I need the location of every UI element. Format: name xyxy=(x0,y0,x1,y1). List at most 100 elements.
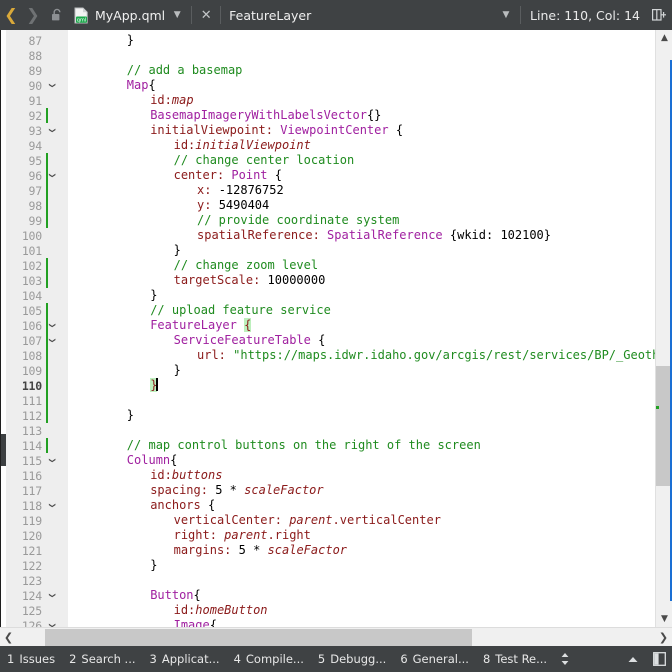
code-line[interactable]: } xyxy=(127,408,134,423)
code-line[interactable]: spacing: 5 * scaleFactor xyxy=(150,483,323,498)
gutter-row[interactable]: 118 ❯ xyxy=(6,498,68,513)
code-line[interactable]: initialViewpoint: ViewpointCenter { xyxy=(150,123,403,138)
code-line[interactable]: // add a basemap xyxy=(127,63,243,78)
gutter-row[interactable]: 111 xyxy=(6,393,68,408)
file-dropdown-button[interactable]: ▼ xyxy=(165,0,189,30)
gutter-row[interactable]: 104 xyxy=(6,288,68,303)
gutter-row[interactable]: 122 xyxy=(6,558,68,573)
close-document-button[interactable]: ✕ xyxy=(194,0,218,30)
gutter-row[interactable]: 105 xyxy=(6,303,68,318)
code-line[interactable]: } xyxy=(150,558,157,573)
gutter-row[interactable]: 121 xyxy=(6,543,68,558)
fold-chevron-down-icon[interactable]: ❯ xyxy=(47,619,57,627)
horizontal-scrollbar-thumb[interactable] xyxy=(45,629,472,646)
gutter-row[interactable]: 115 ❯ xyxy=(6,453,68,468)
code-line[interactable]: right: parent.right xyxy=(174,528,311,543)
scroll-right-button[interactable]: ❯ xyxy=(655,628,672,647)
code-text-area[interactable]: } // add a basemap Map{id:map BasemapImager… xyxy=(68,30,655,627)
line-number-gutter[interactable]: 87 88 89 90 ❯ 91 92 93 ❯ 94 95 96 ❯ 97 98 99 100 101 102 10… xyxy=(6,30,68,627)
gutter-row[interactable]: 102 xyxy=(6,258,68,273)
fold-chevron-down-icon[interactable]: ❯ xyxy=(47,79,57,93)
code-line[interactable]: Map{ xyxy=(127,78,156,93)
code-line[interactable]: } xyxy=(150,288,157,303)
status-pane-button[interactable]: 2 Search ... xyxy=(62,652,142,666)
gutter-row[interactable]: 126 ❯ xyxy=(6,618,68,628)
code-line[interactable]: url: "https://maps.idwr.idaho.gov/arcgis… xyxy=(197,348,655,363)
code-line[interactable]: } xyxy=(174,243,181,258)
split-editor-button[interactable] xyxy=(646,0,672,30)
gutter-row[interactable]: 88 xyxy=(6,48,68,63)
code-line[interactable]: anchors { xyxy=(150,498,215,513)
fold-chevron-down-icon[interactable]: ❯ xyxy=(47,499,57,513)
gutter-row[interactable]: 93 ❯ xyxy=(6,123,68,138)
gutter-row[interactable]: 113 xyxy=(6,423,68,438)
code-line[interactable]: // change center location xyxy=(174,153,355,168)
fold-chevron-down-icon[interactable]: ❯ xyxy=(47,454,57,468)
gutter-row[interactable]: 99 xyxy=(6,213,68,228)
symbol-dropdown-button[interactable]: ▼ xyxy=(494,0,518,30)
code-line[interactable]: } xyxy=(150,378,158,393)
gutter-row[interactable]: 91 xyxy=(6,93,68,108)
gutter-row[interactable]: 109 xyxy=(6,363,68,378)
status-pane-button[interactable]: 3 Applicat... xyxy=(143,652,227,666)
gutter-row[interactable]: 117 xyxy=(6,483,68,498)
gutter-row[interactable]: 95 xyxy=(6,153,68,168)
scroll-up-button[interactable]: ▲ xyxy=(656,30,672,46)
gutter-row[interactable]: 96 ❯ xyxy=(6,168,68,183)
gutter-row[interactable]: 87 xyxy=(6,33,68,48)
navigate-forward-button[interactable]: ❯ xyxy=(22,0,44,30)
code-line[interactable]: Column{ xyxy=(127,453,178,468)
fold-chevron-down-icon[interactable]: ❯ xyxy=(47,124,57,138)
code-line[interactable]: } xyxy=(174,363,181,378)
gutter-row[interactable]: 110 xyxy=(6,378,68,393)
collapse-output-button[interactable] xyxy=(620,655,646,664)
gutter-row[interactable]: 97 xyxy=(6,183,68,198)
gutter-row[interactable]: 90 ❯ xyxy=(6,78,68,93)
gutter-row[interactable]: 124 ❯ xyxy=(6,588,68,603)
gutter-row[interactable]: 106 ❯ xyxy=(6,318,68,333)
code-line[interactable]: x: -12876752 xyxy=(197,183,284,198)
code-line[interactable]: id:homeButton xyxy=(174,603,268,618)
symbol-selector[interactable]: FeatureLayer xyxy=(223,8,311,23)
code-line[interactable]: Button{ xyxy=(150,588,201,603)
gutter-row[interactable]: 119 xyxy=(6,513,68,528)
status-pane-cycle-button[interactable] xyxy=(554,652,576,666)
code-line[interactable]: center: Point { xyxy=(174,168,282,183)
code-line[interactable]: // map control buttons on the right of t… xyxy=(127,438,481,453)
code-line[interactable]: Image{ xyxy=(174,618,217,627)
code-line[interactable]: margins: 5 * scaleFactor xyxy=(174,543,347,558)
gutter-row[interactable]: 101 xyxy=(6,243,68,258)
gutter-row[interactable]: 123 xyxy=(6,573,68,588)
status-pane-button[interactable]: 1 Issues xyxy=(0,652,62,666)
gutter-row[interactable]: 125 xyxy=(6,603,68,618)
horizontal-scrollbar[interactable]: ❮ ❯ xyxy=(0,627,672,646)
gutter-row[interactable]: 107 ❯ xyxy=(6,333,68,348)
gutter-row[interactable]: 98 xyxy=(6,198,68,213)
toggle-sidebar-button[interactable] xyxy=(646,652,672,666)
status-pane-button[interactable]: 6 General... xyxy=(393,652,476,666)
status-pane-button[interactable]: 4 Compile... xyxy=(227,652,311,666)
gutter-row[interactable]: 92 xyxy=(6,108,68,123)
code-line[interactable]: spatialReference: SpatialReference {wkid… xyxy=(197,228,551,243)
code-line[interactable]: verticalCenter: parent.verticalCenter xyxy=(174,513,441,528)
code-line[interactable]: BasemapImageryWithLabelsVector{} xyxy=(150,108,381,123)
gutter-row[interactable]: 89 xyxy=(6,63,68,78)
scroll-left-button[interactable]: ❮ xyxy=(0,628,17,647)
code-line[interactable]: // provide coordinate system xyxy=(197,213,399,228)
code-line[interactable]: } xyxy=(127,33,134,48)
status-pane-button[interactable]: 8 Test Re... xyxy=(476,652,554,666)
code-line[interactable]: FeatureLayer { xyxy=(150,318,252,333)
code-line[interactable]: id:map xyxy=(150,93,193,108)
status-pane-button[interactable]: 5 Debugg... xyxy=(311,652,393,666)
gutter-row[interactable]: 114 xyxy=(6,438,68,453)
scroll-down-button[interactable]: ▼ xyxy=(656,611,672,627)
code-line[interactable]: id:buttons xyxy=(150,468,222,483)
code-line[interactable]: id:initialViewpoint xyxy=(174,138,311,153)
code-line[interactable]: // upload feature service xyxy=(150,303,331,318)
code-line[interactable]: ServiceFeatureTable { xyxy=(174,333,326,348)
code-line[interactable]: targetScale: 10000000 xyxy=(174,273,326,288)
gutter-row[interactable]: 108 xyxy=(6,348,68,363)
gutter-row[interactable]: 120 xyxy=(6,528,68,543)
gutter-row[interactable]: 94 xyxy=(6,138,68,153)
code-line[interactable]: y: 5490404 xyxy=(197,198,269,213)
